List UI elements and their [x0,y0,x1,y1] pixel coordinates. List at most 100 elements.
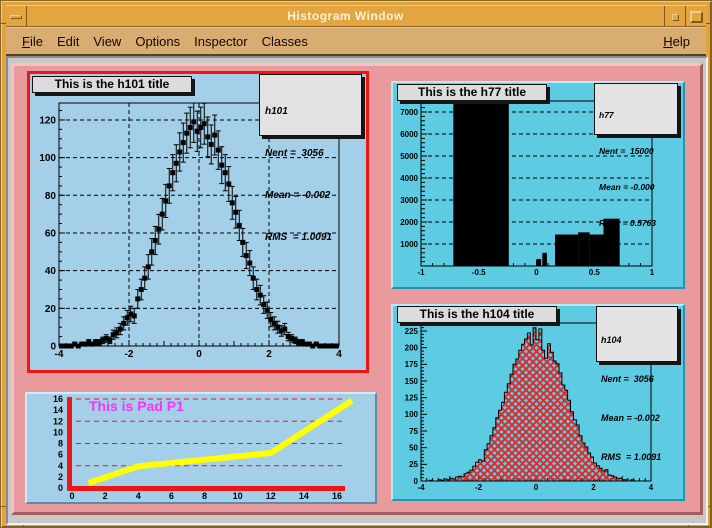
svg-text:40: 40 [45,266,57,277]
svg-text:50: 50 [409,443,418,452]
root-canvas[interactable]: -4-2024020406080100120 This is the h101 … [11,63,703,515]
svg-text:175: 175 [405,360,419,369]
svg-text:10: 10 [53,427,63,437]
svg-text:-0.5: -0.5 [472,268,486,277]
stats-mean: Mean = -0.002 [265,189,361,203]
svg-text:0: 0 [534,483,539,492]
svg-text:2000: 2000 [400,218,418,227]
svg-text:0.5: 0.5 [589,268,601,277]
menu-item-options[interactable]: Options [128,30,187,53]
h101-stats-box[interactable]: h101 Nent = 3056 Mean = -0.002 RMS = 1.0… [259,74,362,136]
svg-text:-2: -2 [475,483,483,492]
h77-stats-box[interactable]: h77 Nent = 15000 Mean = -0.000 RMS = 0.5… [594,83,678,135]
p1-plot[interactable]: 02468101214160246810121416 [27,394,375,502]
menu-item-view[interactable]: View [86,30,128,53]
stats-rms: RMS = 1.0091 [601,451,677,464]
svg-text:4000: 4000 [400,174,418,183]
stats-rms: RMS = 0.5763 [599,217,677,229]
histogram-window: Histogram Window FileEditViewOptionsInsp… [0,0,712,528]
window-menu-dash-icon [10,15,22,19]
stats-entries: Nent = 3056 [265,147,361,161]
svg-text:-4: -4 [417,483,425,492]
h77-title-box[interactable]: This is the h77 title [397,84,547,101]
svg-text:60: 60 [45,228,57,239]
menu-item-classes[interactable]: Classes [255,30,315,53]
svg-text:-2: -2 [125,349,134,360]
svg-text:100: 100 [405,410,419,419]
menu-item-edit[interactable]: Edit [50,30,86,53]
svg-text:150: 150 [405,377,419,386]
pad-p1[interactable]: 02468101214160246810121416 This is Pad P… [25,392,377,504]
y-axis [67,397,72,491]
window-title: Histogram Window [27,6,664,26]
svg-text:225: 225 [405,327,419,336]
svg-text:-1: -1 [417,268,425,277]
frame-notch [706,23,711,24]
svg-text:6: 6 [58,450,63,460]
stats-entries: Nent = 15000 [599,145,677,157]
svg-text:8: 8 [58,439,63,449]
p1-title: This is Pad P1 [89,398,184,414]
svg-text:2: 2 [591,483,596,492]
svg-text:5000: 5000 [400,152,418,161]
svg-text:1: 1 [650,268,655,277]
title-bar[interactable]: Histogram Window [6,5,706,27]
stats-entries: Nent = 3056 [601,373,677,386]
svg-text:6: 6 [169,491,174,501]
pad-h104[interactable]: -4-20240255075100125150175200225 This is… [391,304,685,501]
svg-text:0: 0 [534,268,539,277]
canvas-container: -4-2024020406080100120 This is the h101 … [6,56,708,525]
svg-text:12: 12 [266,491,276,501]
h104-stats-box[interactable]: h104 Nent = 3056 Mean = -0.002 RMS = 1.0… [596,306,678,362]
menu-item-help[interactable]: Help [656,30,697,53]
menu-bar: FileEditViewOptionsInspectorClasses Help [6,27,706,56]
svg-text:100: 100 [39,153,56,164]
svg-text:0: 0 [196,349,202,360]
window-menu-button[interactable] [6,6,27,26]
svg-text:14: 14 [299,491,309,501]
svg-text:4: 4 [136,491,141,501]
stats-mean: Mean = -0.002 [601,412,677,425]
menu-item-file[interactable]: File [15,30,50,53]
svg-text:2: 2 [58,472,63,482]
svg-text:200: 200 [405,343,419,352]
svg-text:20: 20 [45,304,57,315]
svg-text:25: 25 [409,460,418,469]
stats-hist-name: h101 [265,105,361,119]
svg-text:16: 16 [53,394,63,404]
svg-text:75: 75 [409,427,418,436]
svg-text:14: 14 [53,405,63,415]
svg-text:3000: 3000 [400,196,418,205]
svg-text:16: 16 [332,491,342,501]
stats-mean: Mean = -0.000 [599,181,677,193]
svg-text:125: 125 [405,393,419,402]
svg-text:4: 4 [58,461,63,471]
svg-text:1000: 1000 [400,240,418,249]
pad-h101[interactable]: -4-2024020406080100120 This is the h101 … [27,71,369,373]
svg-text:2: 2 [103,491,108,501]
h104-title-box[interactable]: This is the h104 title [397,306,557,323]
menu-item-inspector[interactable]: Inspector [187,30,254,53]
h101-title-box[interactable]: This is the h101 title [32,76,192,93]
svg-text:0: 0 [414,477,419,486]
svg-text:0: 0 [50,342,56,353]
minimize-icon [672,14,679,21]
svg-text:0: 0 [58,483,63,493]
svg-text:12: 12 [53,416,63,426]
stats-hist-name: h77 [599,109,677,121]
stats-hist-name: h104 [601,334,677,347]
pad-h77[interactable]: -1-0.500.511000200030004000500060007000 … [391,81,685,289]
svg-text:120: 120 [39,115,56,126]
minimize-button[interactable] [664,6,685,26]
maximize-button[interactable] [685,6,706,26]
svg-text:10: 10 [233,491,243,501]
svg-text:7000: 7000 [400,108,418,117]
maximize-icon [690,11,703,23]
svg-text:6000: 6000 [400,130,418,139]
svg-text:8: 8 [202,491,207,501]
svg-text:4: 4 [336,349,342,360]
stats-rms: RMS = 1.0091 [265,231,361,245]
svg-text:2: 2 [266,349,272,360]
svg-text:0: 0 [69,491,74,501]
svg-text:80: 80 [45,191,57,202]
